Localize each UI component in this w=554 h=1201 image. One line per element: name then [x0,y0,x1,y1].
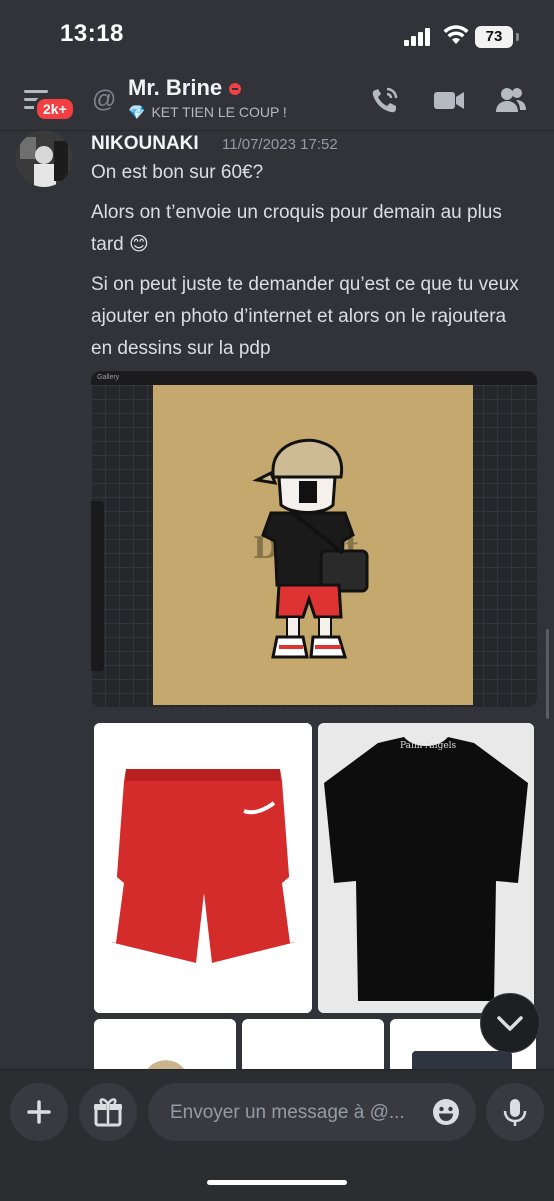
cap-illustration [94,1019,236,1069]
emoji-icon[interactable] [432,1098,460,1126]
procreate-side-tools [91,501,104,671]
gem-icon: 💎 [128,104,146,120]
gift-icon [94,1098,122,1127]
plus-icon [27,1100,51,1124]
shorts-photo[interactable] [94,723,312,1013]
status-time: 13:18 [60,20,124,47]
home-indicator[interactable] [207,1180,347,1185]
wifi-icon [443,25,469,44]
procreate-toolbar: Gallery [91,371,537,385]
shirt-print-text: Palm Angels [400,741,457,751]
voice-message-button[interactable] [486,1083,544,1141]
message-text: On est bon sur 60€? [91,162,264,183]
cap-photo[interactable] [94,1019,236,1069]
character-illustration [252,438,369,659]
video-icon[interactable] [432,84,466,116]
message-text: Alors on t’envoie un croquis pour demain… [91,202,502,255]
battery-cap [516,33,519,41]
status-bar: 13:18 73 [0,0,554,74]
do-not-disturb-icon [229,83,241,95]
message-author[interactable]: NIKOUNAKI [91,133,199,155]
message-list[interactable]: NIKOUNAKI 11/07/2023 17:52 On est bon su… [0,131,554,1069]
message-text: Si on peut juste te demander qu’est ce q… [91,274,519,359]
battery-indicator: 73 [475,26,513,48]
tshirt-photo[interactable]: Palm Angels [318,723,534,1013]
custom-status: 💎 KET TIEN LE COUP ! [128,104,287,121]
call-icon[interactable] [368,84,402,116]
red-shorts-illustration [94,723,312,1013]
add-attachment-button[interactable] [10,1083,68,1141]
cellular-signal-icon [404,28,430,46]
dm-recipient-name[interactable]: Mr. Brine [128,75,222,101]
message-timestamp: 11/07/2023 17:52 [222,136,338,153]
channel-header: 2k+ @ Mr. Brine 💎 KET TIEN LE COUP ! [0,74,554,131]
custom-status-text: KET TIEN LE COUP ! [151,104,287,120]
avatar-photo [16,131,72,187]
sketch-image-attachment[interactable]: Gallery Dosfit [91,371,537,707]
gallery-label: Gallery [97,374,120,381]
scrollbar[interactable] [546,629,549,719]
notification-badge: 2k+ [34,96,76,122]
members-icon[interactable] [494,84,528,116]
message-input[interactable] [168,1083,422,1143]
avatar[interactable] [16,131,72,187]
message-input-container[interactable] [148,1083,476,1143]
chevron-down-icon [497,1016,523,1031]
microphone-icon [503,1099,527,1126]
character-sketch: Dosfit [153,385,473,705]
gift-button[interactable] [79,1083,137,1141]
black-tshirt-illustration [318,723,534,1013]
at-icon: @ [92,86,117,113]
jump-to-latest-button[interactable] [480,993,540,1053]
image-tile[interactable] [242,1019,384,1069]
